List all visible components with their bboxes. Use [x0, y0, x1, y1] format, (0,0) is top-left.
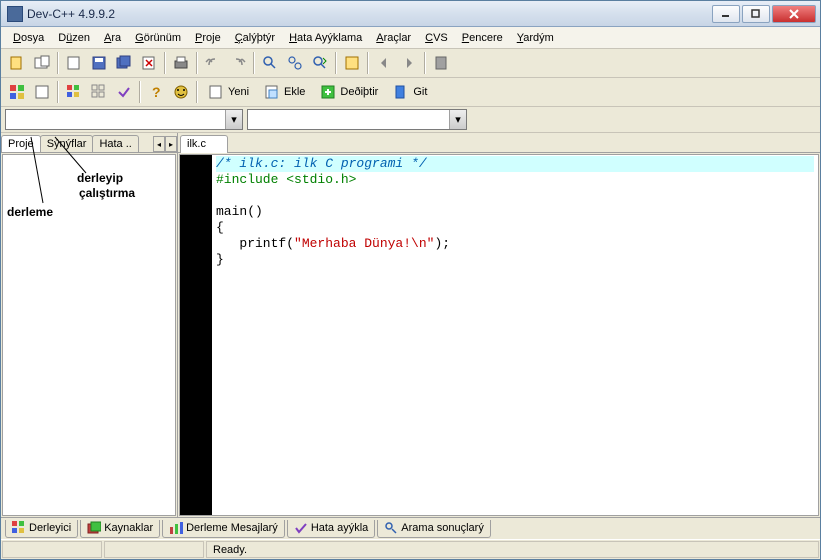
find-next-button[interactable] [308, 51, 332, 75]
find-button[interactable] [258, 51, 282, 75]
menu-cvs[interactable]: CVS [419, 30, 454, 46]
code-line-4: main() [216, 204, 263, 219]
goto-button[interactable]: Git [386, 80, 434, 104]
btab-kaynaklar-label: Kaynaklar [104, 522, 153, 534]
undo-button[interactable] [201, 51, 225, 75]
toggle-label: Deðiþtir [340, 86, 378, 98]
tab-scroll-right[interactable]: ▸ [165, 136, 177, 152]
goto-line-button[interactable] [340, 51, 364, 75]
new-project-button[interactable] [30, 51, 54, 75]
menu-pencere[interactable]: Pencere [456, 30, 509, 46]
run-button[interactable] [30, 80, 54, 104]
close-file-button[interactable] [137, 51, 161, 75]
menu-hata[interactable]: Hata Ayýklama [283, 30, 368, 46]
nav-back-button[interactable] [372, 51, 396, 75]
rebuild-button[interactable] [87, 80, 111, 104]
minimize-button[interactable] [712, 5, 740, 23]
btab-derleyici[interactable]: Derleyici [5, 520, 78, 538]
bookmark-button[interactable] [429, 51, 453, 75]
code-line-7: } [216, 252, 224, 267]
menu-yardim[interactable]: Yardým [511, 30, 560, 46]
toolbar-compile: ? Yeni Ekle Deðiþtir Git [1, 78, 820, 107]
btab-arama[interactable]: Arama sonuçlarý [377, 520, 491, 538]
class-combo[interactable]: ▾ [5, 109, 243, 130]
status-ready: Ready. [206, 541, 819, 558]
editor-area: ilk.c /* ilk.c: ilk C programi */#includ… [178, 133, 820, 517]
code-line-2: #include <stdio.h> [216, 172, 356, 187]
menu-dosya[interactable]: Dosya [7, 30, 50, 46]
btab-arama-label: Arama sonuçlarý [401, 522, 484, 534]
bottom-tabs: Derleyici Kaynaklar Derleme Mesajlarý Ha… [1, 517, 820, 539]
nav-forward-button[interactable] [397, 51, 421, 75]
code-line-6a: printf( [216, 236, 294, 251]
toggle-button[interactable]: Deðiþtir [313, 80, 385, 104]
app-window: Dev-C++ 4.9.9.2 Dosya Düzen Ara Görünüm … [0, 0, 821, 560]
save-all-button[interactable] [112, 51, 136, 75]
btab-hata-label: Hata ayýkla [311, 522, 368, 534]
redo-button[interactable] [226, 51, 250, 75]
titlebar: Dev-C++ 4.9.9.2 [1, 1, 820, 27]
insert-label: Ekle [284, 86, 305, 98]
menu-gorunum[interactable]: Görünüm [129, 30, 187, 46]
menu-proje[interactable]: Proje [189, 30, 227, 46]
menubar: Dosya Düzen Ara Görünüm Proje Çalýþtýr H… [1, 27, 820, 49]
about-button[interactable] [169, 80, 193, 104]
code-editor[interactable]: /* ilk.c: ilk C programi */#include <std… [179, 154, 819, 516]
status-cell-2 [104, 541, 204, 558]
new-file-label: Yeni [228, 86, 249, 98]
debug-button[interactable] [112, 80, 136, 104]
left-tabs: Proje Sýnýflar Hata .. ◂ ▸ [1, 133, 177, 153]
tab-hata[interactable]: Hata .. [92, 135, 138, 153]
menu-calistir[interactable]: Çalýþtýr [229, 30, 281, 46]
editor-gutter [180, 155, 212, 515]
print-button[interactable] [169, 51, 193, 75]
file-tab-ilk-c[interactable]: ilk.c [180, 135, 228, 153]
code-line-1: /* ilk.c: ilk C programi */ [216, 156, 814, 172]
status-cell-1 [2, 541, 102, 558]
function-combo[interactable]: ▾ [247, 109, 467, 130]
goto-label: Git [413, 86, 427, 98]
tab-scroll-left[interactable]: ◂ [153, 136, 165, 152]
code-line-6b: "Merhaba Dünya!\n" [294, 236, 434, 251]
btab-mesajlari-label: Derleme Mesajlarý [186, 522, 278, 534]
new-file-button[interactable]: Yeni [201, 80, 256, 104]
compile-run-button[interactable] [62, 80, 86, 104]
btab-kaynaklar[interactable]: Kaynaklar [80, 520, 160, 538]
project-tree[interactable] [2, 154, 176, 516]
statusbar: Ready. [1, 539, 820, 559]
project-panel: Proje Sýnýflar Hata .. ◂ ▸ [1, 133, 178, 517]
btab-derleme-mesajlari[interactable]: Derleme Mesajlarý [162, 520, 285, 538]
menu-ara[interactable]: Ara [98, 30, 127, 46]
btab-hata-ayikla[interactable]: Hata ayýkla [287, 520, 375, 538]
tab-proje[interactable]: Proje [1, 135, 41, 153]
toolbar-main [1, 49, 820, 78]
code-line-5: { [216, 220, 224, 235]
replace-button[interactable] [283, 51, 307, 75]
close-button[interactable] [772, 5, 816, 23]
main-area: derleme derleyip çalıştırma Proje Sýnýfl… [1, 133, 820, 517]
new-source-button[interactable] [5, 51, 29, 75]
menu-araclar[interactable]: Araçlar [370, 30, 417, 46]
maximize-button[interactable] [742, 5, 770, 23]
help-button[interactable]: ? [144, 80, 168, 104]
tab-siniflar[interactable]: Sýnýflar [40, 135, 94, 153]
save-button[interactable] [87, 51, 111, 75]
compile-button[interactable] [5, 80, 29, 104]
code-body[interactable]: /* ilk.c: ilk C programi */#include <std… [212, 155, 818, 515]
svg-text:?: ? [152, 84, 161, 100]
window-title: Dev-C++ 4.9.9.2 [27, 7, 712, 21]
open-button[interactable] [62, 51, 86, 75]
app-icon [7, 6, 23, 22]
file-tabs: ilk.c [178, 133, 820, 153]
menu-duzen[interactable]: Düzen [52, 30, 96, 46]
combo-row: ▾ ▾ [1, 107, 820, 133]
btab-derleyici-label: Derleyici [29, 522, 71, 534]
insert-button[interactable]: Ekle [257, 80, 312, 104]
code-line-6c: ); [434, 236, 450, 251]
